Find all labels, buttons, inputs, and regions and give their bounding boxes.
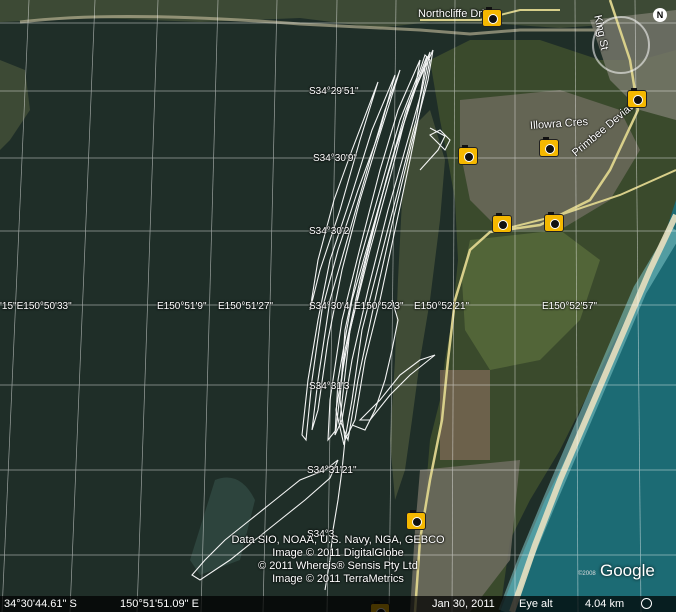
latitude-readout: 34°30'44.61" S: [4, 598, 77, 610]
navigation-knob-icon[interactable]: [641, 598, 652, 609]
compass-ring-icon[interactable]: [592, 16, 650, 74]
lon-label: E150°52'57": [542, 301, 598, 312]
imagery-attribution: Data SIO, NOAA, U.S. Navy, NGA, GEBCO Im…: [0, 534, 676, 586]
longitude-readout: 150°51'51.09" E: [120, 598, 199, 610]
lon-label: E150°51'27": [218, 301, 274, 312]
lat-label: S34°31'21": [307, 465, 357, 476]
eye-alt-value: 4.04 km: [585, 598, 625, 610]
fields: [440, 370, 490, 460]
eye-alt-label: Eye alt: [519, 598, 553, 610]
lat-label: S34°30'2: [309, 226, 350, 237]
lon-label: '15"E150°50'33": [0, 301, 72, 312]
camera-icon[interactable]: [406, 510, 426, 530]
camera-icon[interactable]: [482, 7, 502, 27]
attribution-line: Image © 2011 DigitalGlobe: [272, 547, 404, 559]
compass-north-icon[interactable]: N: [653, 8, 667, 22]
camera-icon[interactable]: [458, 145, 478, 165]
lon-label: E150°52'3": [354, 301, 404, 312]
camera-icon[interactable]: [544, 212, 564, 232]
map-view[interactable]: S34°29'51" S34°30'9" S34°30'2 S34°30'4 S…: [0, 0, 676, 612]
attribution-line: Image © 2011 TerraMetrics: [272, 573, 404, 585]
lon-label: E150°51'9": [157, 301, 207, 312]
lat-label: S34°30'9": [313, 153, 357, 164]
camera-icon[interactable]: [627, 88, 647, 108]
attribution-line: © 2011 Whereis® Sensis Pty Ltd: [258, 560, 418, 572]
camera-icon[interactable]: [492, 213, 512, 233]
imagery-date: Jan 30, 2011: [432, 598, 495, 610]
lon-label: E150°52'21": [414, 301, 470, 312]
lat-label: S34°31'3: [309, 381, 350, 392]
status-bar: 34°30'44.61" S 150°51'51.09" E Jan 30, 2…: [0, 596, 676, 612]
attribution-line: Data SIO, NOAA, U.S. Navy, NGA, GEBCO: [231, 534, 445, 546]
lat-label: S34°30'4: [309, 301, 350, 312]
logo-copyright: ©2008: [578, 571, 596, 577]
google-logo: Google: [600, 561, 655, 580]
lat-label: S34°29'51": [309, 86, 359, 97]
camera-icon[interactable]: [539, 137, 559, 157]
